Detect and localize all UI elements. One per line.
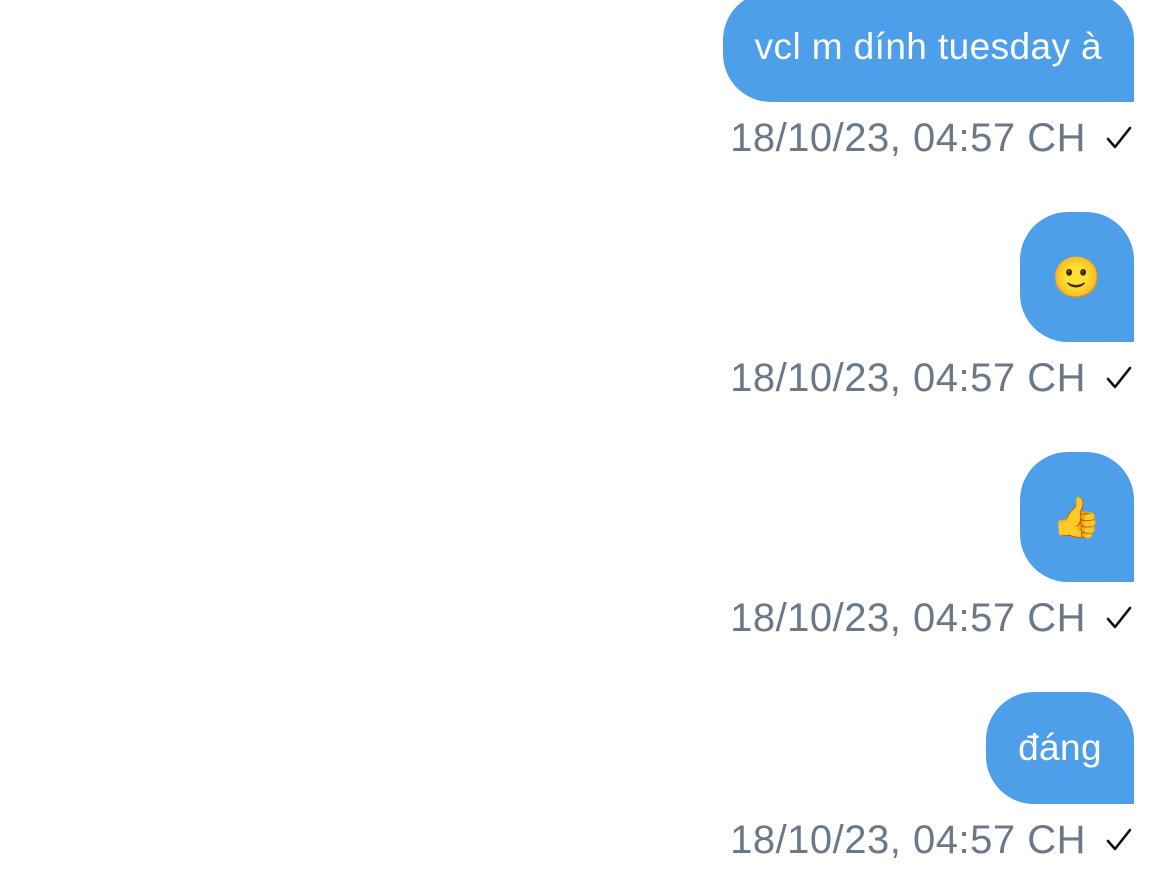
message-timestamp: 18/10/23, 04:57 CH <box>730 115 1086 160</box>
message-bubble[interactable]: đáng <box>986 692 1134 804</box>
checkmark-icon <box>1104 603 1134 633</box>
message-meta: 18/10/23, 04:57 CH <box>730 590 1134 646</box>
message-timestamp: 18/10/23, 04:57 CH <box>730 595 1086 640</box>
message-meta: 18/10/23, 04:57 CH <box>730 350 1134 406</box>
message-timestamp: 18/10/23, 04:57 CH <box>730 355 1086 400</box>
message-timestamp: 18/10/23, 04:57 CH <box>730 817 1086 862</box>
checkmark-icon <box>1104 363 1134 393</box>
message-bubble[interactable]: vcl m dính tuesday à <box>722 0 1134 102</box>
checkmark-icon <box>1104 123 1134 153</box>
message-bubble[interactable]: 🙂 <box>1020 212 1134 342</box>
message-bubble[interactable]: 👍 <box>1020 452 1134 582</box>
message-meta: 18/10/23, 04:57 CH <box>730 110 1134 166</box>
message-thread: vcl m dính tuesday à 18/10/23, 04:57 CH … <box>0 0 1170 876</box>
checkmark-icon <box>1104 825 1134 855</box>
message-meta: 18/10/23, 04:57 CH <box>730 812 1134 868</box>
